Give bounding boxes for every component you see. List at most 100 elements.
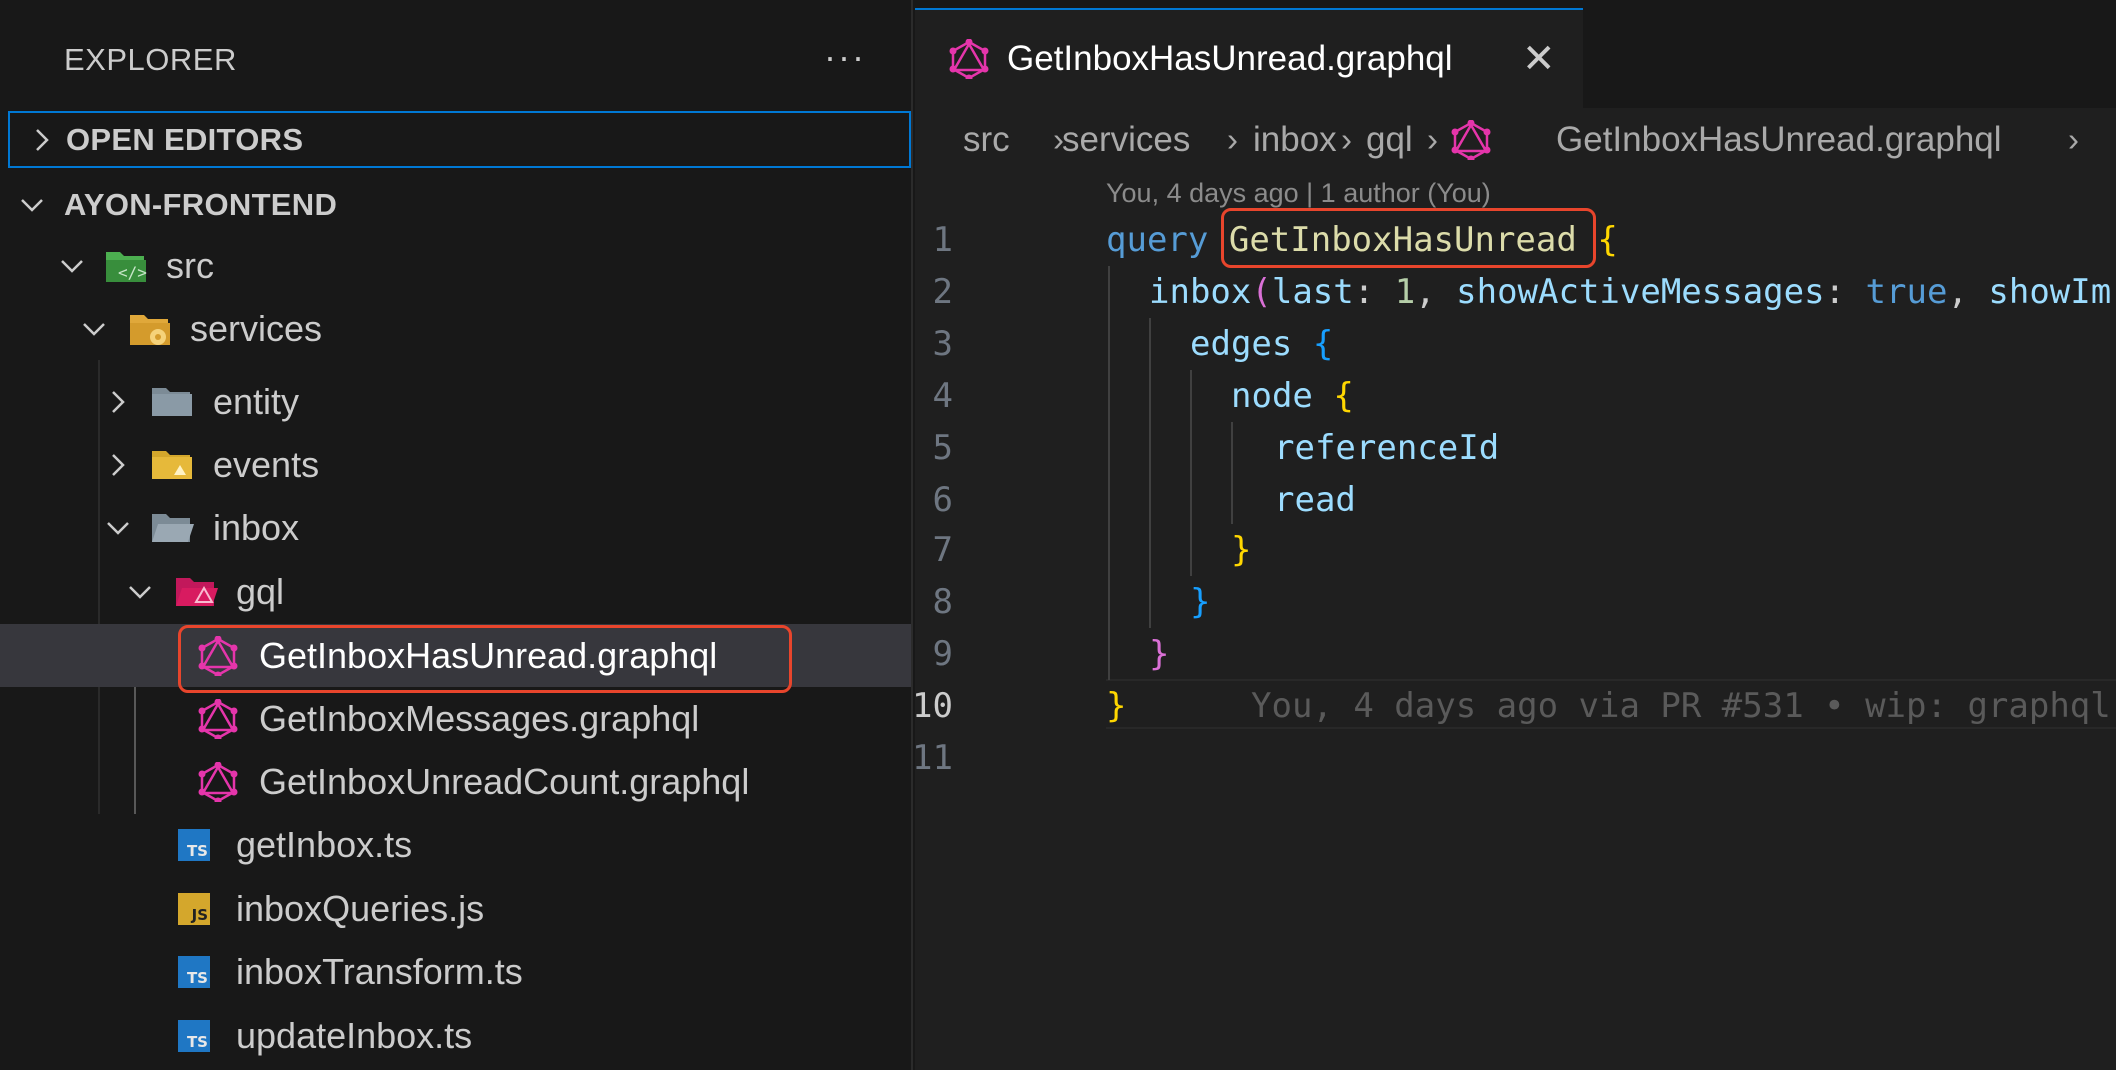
breadcrumb-item-services[interactable]: services: [1062, 120, 1190, 160]
tree-item-label: gql: [236, 570, 285, 612]
breadcrumb-item-gql[interactable]: gql: [1366, 120, 1413, 160]
code-line: 3 edges {: [915, 318, 2116, 370]
code-line: 6 read: [915, 474, 2116, 526]
tree-item-inbox[interactable]: inbox: [0, 496, 911, 559]
code-text: }: [1190, 582, 1210, 622]
chevron-down-icon: [61, 259, 83, 273]
open-editors-section[interactable]: OPEN EDITORS: [8, 111, 911, 168]
code-text: inbox(last: 1, showActiveMessages: true,…: [1149, 272, 2111, 312]
code-line: 11: [912, 732, 2116, 784]
code-text: }: [1106, 686, 1126, 726]
line-number: 9: [932, 634, 953, 674]
code-line: 5 referenceId: [915, 422, 2116, 474]
inline-blame[interactable]: You, 4 days ago via PR #531 • wip: graph…: [1251, 686, 2111, 726]
project-label: AYON-FRONTEND: [64, 186, 338, 222]
tree-item-label: getInbox.ts: [236, 823, 413, 865]
graphql-icon: [198, 761, 238, 802]
code-text: node {: [1231, 376, 1354, 416]
javascript-icon: JS: [178, 892, 210, 925]
breadcrumb: src › services › inbox › gql › GetInboxH…: [915, 108, 2116, 172]
blame-header[interactable]: You, 4 days ago | 1 author (You): [1106, 178, 1491, 209]
breadcrumb-item-file[interactable]: GetInboxHasUnread.graphql: [1556, 120, 2002, 160]
tree-item-getinboxmessages[interactable]: GetInboxMessages.graphql: [0, 687, 911, 750]
breadcrumb-item-inbox[interactable]: inbox: [1253, 120, 1337, 160]
editor-area: GetInboxHasUnread.graphql ✕ src › servic…: [912, 0, 2116, 1070]
tree-item-getinboxunreadcount[interactable]: GetInboxUnreadCount.graphql: [0, 750, 911, 813]
project-section[interactable]: AYON-FRONTEND: [0, 176, 911, 233]
close-icon[interactable]: ✕: [1522, 36, 1556, 82]
tree-item-gql[interactable]: gql: [0, 560, 911, 623]
tree-item-events[interactable]: events: [0, 433, 911, 496]
more-actions-icon[interactable]: ···: [824, 36, 866, 78]
folder-graphql-icon: [176, 577, 218, 606]
typescript-icon: TS: [178, 1019, 210, 1052]
token-field: node: [1231, 376, 1313, 416]
line-number: 4: [932, 376, 953, 416]
token-punc: :: [1824, 272, 1866, 312]
token-field: read: [1274, 480, 1356, 520]
tree-item-src[interactable]: </> src: [0, 234, 911, 297]
tree-item-label: inboxQueries.js: [236, 887, 485, 929]
chevron-down-icon: [129, 585, 151, 599]
tree-item-inboxqueries[interactable]: JS inboxQueries.js: [0, 877, 911, 940]
token-brace: {: [1333, 376, 1354, 416]
svg-text:</>: </>: [118, 263, 147, 282]
breadcrumb-item-src[interactable]: src: [963, 120, 1010, 160]
tree-item-label: inboxTransform.ts: [236, 950, 523, 992]
code-line: 2 inbox(last: 1, showActiveMessages: tru…: [915, 266, 2116, 318]
code-text: edges {: [1190, 324, 1333, 364]
tree-item-services[interactable]: services: [0, 297, 911, 360]
line-number: 10: [912, 686, 953, 726]
code-line: 10 } You, 4 days ago via PR #531 • wip: …: [912, 680, 2116, 732]
chevron-right-icon: [112, 453, 125, 476]
line-number: 6: [932, 480, 953, 520]
token-brace: }: [1106, 686, 1127, 726]
tree-item-label: events: [213, 443, 320, 485]
token-arg: last: [1271, 272, 1354, 312]
line-number: 1: [932, 220, 953, 260]
token-paren: (: [1251, 272, 1272, 312]
code-line: 9 }: [915, 628, 2116, 680]
code-line: 7 }: [915, 524, 2116, 576]
token-brace: }: [1231, 530, 1252, 570]
explorer-sidebar: EXPLORER ··· OPEN EDITORS AYON-FRONTEND …: [0, 0, 913, 1070]
token-keyword: query: [1106, 220, 1209, 260]
token-brace: }: [1149, 634, 1170, 674]
tab-getinboxhasunread[interactable]: GetInboxHasUnread.graphql ✕: [915, 8, 1583, 108]
code-line: 4 node {: [915, 370, 2116, 422]
tree-item-entity[interactable]: entity: [0, 370, 911, 433]
folder-events-icon: [152, 450, 192, 479]
token-brace: {: [1597, 220, 1618, 260]
chevron-down-icon: [107, 521, 129, 535]
chevron-right-icon: ›: [1427, 121, 1438, 158]
chevron-right-icon: [36, 128, 49, 151]
tab-bar: GetInboxHasUnread.graphql ✕: [915, 0, 2116, 108]
tree-item-inboxtransform[interactable]: TS inboxTransform.ts: [0, 940, 911, 1003]
token-number: 1: [1394, 272, 1416, 312]
tree-item-label: updateInbox.ts: [236, 1014, 473, 1056]
tab-label: GetInboxHasUnread.graphql: [1007, 39, 1453, 78]
tree-item-label: services: [190, 307, 323, 349]
token-arg: showIm: [1988, 272, 2112, 312]
code-text: }: [1149, 634, 1169, 674]
code-text: referenceId: [1274, 428, 1499, 468]
explorer-header: EXPLORER ···: [0, 0, 911, 108]
graphql-icon: [1451, 120, 1491, 160]
chevron-down-icon: [21, 198, 43, 212]
typescript-icon: TS: [178, 955, 210, 988]
token-brace: {: [1312, 324, 1334, 364]
token-punc: ,: [1415, 272, 1457, 312]
highlight-box: [178, 625, 792, 693]
line-number: 7: [932, 530, 953, 570]
open-editors-label: OPEN EDITORS: [66, 121, 304, 157]
graphql-icon: [949, 39, 989, 79]
chevron-right-icon: ›: [1227, 121, 1238, 158]
token-field: inbox: [1149, 272, 1252, 312]
tree-item-getinbox[interactable]: TS getInbox.ts: [0, 813, 911, 876]
folder-services-icon: [130, 314, 170, 345]
tree-item-updateinbox[interactable]: TS updateInbox.ts: [0, 1004, 911, 1067]
tree-item-label: src: [166, 244, 214, 286]
line-number: 3: [932, 324, 953, 364]
explorer-title: EXPLORER: [64, 42, 237, 77]
token-field: edges: [1190, 324, 1293, 364]
